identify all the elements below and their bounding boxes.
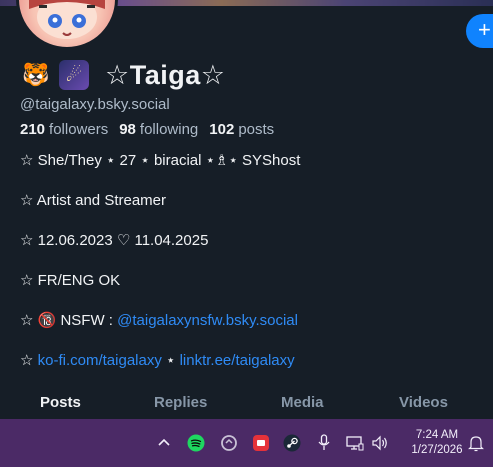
profile-name-row: 🐯 ☄ ☆Taiga☆: [21, 58, 225, 92]
tab-media[interactable]: Media: [281, 394, 324, 411]
kofi-link[interactable]: ko-fi.com/taigalaxy: [38, 352, 162, 369]
tab-videos[interactable]: Videos: [399, 394, 448, 411]
steam-icon[interactable]: [282, 433, 302, 453]
linktree-link[interactable]: linktr.ee/taigalaxy: [180, 352, 295, 369]
volume-icon[interactable]: [370, 433, 390, 453]
profile-stats: 210 followers 98 following 102 posts: [20, 121, 274, 138]
bio-line-nsfw: ☆ 🔞 NSFW : @taigalaxynsfw.bsky.social: [20, 311, 298, 329]
avatar-image: [29, 0, 105, 39]
profile-handle: @taigalaxy.bsky.social: [20, 96, 170, 113]
cloud-sync-icon[interactable]: [219, 433, 239, 453]
nsfw-account-link[interactable]: @taigalaxynsfw.bsky.social: [117, 312, 298, 329]
following-stat[interactable]: 98 following: [119, 121, 198, 138]
tab-posts[interactable]: Posts: [40, 394, 81, 411]
following-count: 98: [119, 121, 136, 138]
bio-line-dates: ☆ 12.06.2023 ♡ 11.04.2025: [20, 232, 209, 249]
avatar[interactable]: [16, 0, 118, 50]
comet-emoji-icon: ☄: [59, 60, 89, 90]
links-prefix: ☆: [20, 352, 38, 369]
posts-label: posts: [238, 121, 275, 138]
nsfw-prefix: ☆ 🔞 NSFW :: [20, 312, 118, 329]
spotify-icon[interactable]: [186, 433, 206, 453]
display-name: ☆Taiga☆: [105, 59, 226, 90]
tab-replies[interactable]: Replies: [154, 394, 207, 411]
add-button[interactable]: +: [466, 14, 493, 48]
posts-count: 102: [209, 121, 235, 138]
game-launcher-icon[interactable]: [251, 433, 271, 453]
followers-label: followers: [49, 121, 109, 138]
bio-line-links: ☆ ko-fi.com/taigalaxy ⋆ linktr.ee/taigal…: [20, 351, 295, 369]
taskbar-clock[interactable]: 7:24 AM 1/27/2026: [410, 428, 464, 458]
bio-line-pronouns: ☆ She/They ⋆ 27 ⋆ biracial ⋆♗⋆ SYShost: [20, 152, 301, 169]
notification-icon[interactable]: [466, 433, 486, 453]
following-label: following: [139, 121, 199, 138]
bio-line-occupation: ☆ Artist and Streamer: [20, 192, 167, 209]
clock-time: 7:24 AM: [415, 429, 459, 441]
links-separator: ⋆: [161, 352, 180, 369]
network-icon[interactable]: [345, 433, 365, 453]
bio-line-languages: ☆ FR/ENG OK: [20, 272, 121, 289]
chevron-up-icon[interactable]: [154, 433, 174, 453]
posts-stat: 102 posts: [209, 121, 274, 138]
followers-count: 210: [20, 121, 46, 138]
profile-tabs: Posts Replies Media Videos: [0, 385, 493, 419]
microphone-icon[interactable]: [314, 433, 334, 453]
tiger-emoji-icon: 🐯: [22, 62, 50, 87]
followers-stat[interactable]: 210 followers: [20, 121, 108, 138]
clock-date: 1/27/2026: [411, 444, 463, 456]
windows-taskbar: 7:24 AM 1/27/2026: [0, 419, 493, 467]
